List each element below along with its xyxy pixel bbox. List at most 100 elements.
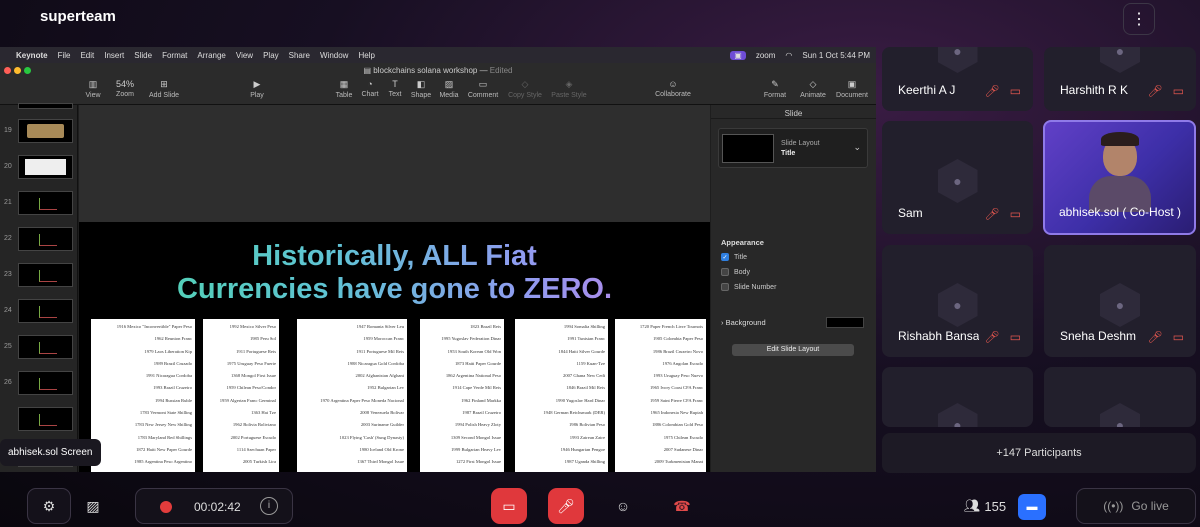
more-participants-button[interactable]: +147 Participants bbox=[882, 433, 1196, 473]
kebab-menu-button[interactable]: ⋮ bbox=[1123, 3, 1155, 35]
slide-thumbnail[interactable]: 19 bbox=[2, 119, 76, 143]
camera-toggle-button[interactable]: ▭ bbox=[491, 488, 527, 524]
menubar-item: Help bbox=[358, 50, 375, 60]
currency-entry: 1720 Paper French Livre Tournois bbox=[639, 324, 703, 329]
inspector-tab-slide[interactable]: Slide bbox=[711, 105, 876, 119]
avatar: ● bbox=[1100, 403, 1140, 427]
document-name: blockchains solana workshop bbox=[373, 66, 478, 75]
currency-entry: 1995 Yugoslav Federation Dinar bbox=[441, 336, 501, 342]
currency-entry: 1886 Colombian Gold Peso bbox=[652, 422, 703, 428]
currency-entry: 1987 Uganda Shilling bbox=[564, 459, 605, 465]
menubar-item: View bbox=[235, 50, 254, 60]
currency-entry: 1991 Yugoslav Convertible Dinar bbox=[94, 469, 192, 473]
slide-number-checkbox-row[interactable]: Slide Number bbox=[721, 283, 776, 291]
currency-list-column: 1992 Mexico Silver Peso 1985 Peru Sol 1911… bbox=[203, 319, 279, 472]
checkbox[interactable] bbox=[721, 268, 729, 276]
participant-tile[interactable]: ● Rishabh Bansa 🎤︎ ▭ bbox=[882, 245, 1033, 357]
checkbox[interactable] bbox=[721, 283, 729, 291]
slide-layout-selector[interactable]: Slide Layout Title ⌄ bbox=[718, 128, 868, 168]
chat-button[interactable]: ▬ bbox=[1018, 494, 1046, 520]
slide-thumbnail[interactable]: 20 bbox=[2, 155, 76, 179]
participant-tile[interactable]: ● Sneha Deshm 🎤︎ ▭ bbox=[1044, 245, 1196, 357]
currency-entry: 1980 Iceland Old Krone bbox=[359, 446, 404, 452]
mic-off-icon: 🎤︎ bbox=[984, 84, 1000, 98]
slide-thumbnail[interactable]: 23 bbox=[2, 263, 76, 287]
participant-tile[interactable]: ● bbox=[1044, 367, 1196, 427]
currency-entry: 1783 Maryland Red Shillings bbox=[137, 434, 192, 440]
mic-off-icon: 🎤︎ bbox=[557, 497, 575, 514]
document-button[interactable]: ▣ Document bbox=[828, 79, 876, 99]
participant-name: Keerthi A J bbox=[898, 83, 956, 97]
chevron-down-icon: ⌄ bbox=[853, 142, 861, 152]
currency-entry: 1990 Yugoslav Hard Dinar bbox=[555, 397, 605, 403]
screen-share-label: abhisek.sol Screen bbox=[0, 439, 101, 466]
menubar-item: Play bbox=[263, 50, 279, 60]
currency-entry: 1986 Bolivian Peso bbox=[569, 422, 605, 428]
participant-tile[interactable]: ● Keerthi A J 🎤︎ ▭ bbox=[882, 47, 1033, 111]
currency-entry: 1159 Kuan-Tze bbox=[576, 360, 605, 366]
currency-entry: 1985 Argentina Peso Argentino bbox=[134, 459, 192, 465]
slide-thumbnail[interactable]: 25 bbox=[2, 335, 76, 359]
participants-button[interactable]: 👥︎ 155 bbox=[957, 488, 1013, 524]
layout-value: Title bbox=[781, 150, 796, 157]
mic-off-icon: 🎤︎ bbox=[1147, 330, 1163, 344]
participant-tile-active-speaker[interactable]: abhisek.sol ( Co-Host ) bbox=[1043, 120, 1196, 235]
edit-slide-layout-button[interactable]: Edit Slide Layout bbox=[732, 344, 854, 356]
participant-tile[interactable]: ● Sam 🎤︎ ▭ bbox=[882, 121, 1033, 234]
currency-entry: 1823 Brazil Reis bbox=[470, 324, 501, 329]
copy-style-button[interactable]: ◇ Copy Style bbox=[501, 79, 549, 99]
app-brand: superteam bbox=[40, 8, 116, 25]
currency-entry: 2002 Afghanistan Afghani bbox=[355, 373, 404, 379]
currency-entry: 1844 Haiti Silver Gourde bbox=[558, 348, 605, 354]
add-slide-button[interactable]: ⊞ Add Slide bbox=[140, 79, 188, 99]
currency-entry: 1905 Colombia Paper Peso bbox=[653, 336, 703, 342]
currency-entry: 1988 Nicaragua Gold Cordoba bbox=[347, 360, 404, 366]
mic-toggle-button[interactable]: 🎤︎ bbox=[548, 488, 584, 524]
background-row[interactable]: › Background bbox=[721, 318, 766, 327]
comment-button[interactable]: ▭ Comment bbox=[459, 79, 507, 99]
paste-style-button[interactable]: ◈ Paste Style bbox=[545, 79, 593, 99]
currency-entry: 1367 Third Mongol Issue bbox=[357, 459, 404, 465]
slide-thumbnail[interactable] bbox=[2, 407, 76, 431]
leave-call-button[interactable]: ☎ bbox=[664, 488, 700, 524]
slide-canvas[interactable]: Historically, ALL Fiat Currencies have g… bbox=[79, 105, 710, 472]
avatar: ● bbox=[937, 403, 978, 427]
info-icon[interactable]: i bbox=[260, 497, 278, 515]
currency-entry: 1965 Ivory Coast CFA Franc bbox=[650, 385, 703, 391]
banknote-thumb bbox=[27, 124, 64, 138]
slide-thumbnail[interactable]: 22 bbox=[2, 227, 76, 251]
currency-entry: 1994 Polish Heavy Zloty bbox=[454, 422, 501, 428]
participant-tile[interactable]: ● Harshith R K 🎤︎ ▭ bbox=[1044, 47, 1196, 111]
user-icon: ● bbox=[1115, 47, 1125, 59]
go-live-button[interactable]: ((•)) Go live bbox=[1076, 488, 1196, 524]
collaborate-button[interactable]: ☺ Collaborate bbox=[649, 79, 697, 98]
currency-entry: 1993 Uruguay Peso Nuevo bbox=[653, 373, 703, 379]
keynote-toolbar: ▤ blockchains solana workshop — Edited ▥… bbox=[0, 63, 876, 105]
checkbox-checked[interactable]: ✓ bbox=[721, 253, 729, 261]
participant-tile[interactable]: ● bbox=[882, 367, 1033, 427]
settings-button[interactable]: ⚙ bbox=[27, 488, 71, 524]
slide-inspector: Slide Slide Layout Title ⌄ Appearance ✓ T… bbox=[711, 105, 876, 472]
currency-entry: 1846 Brazil Mil Reis bbox=[566, 385, 605, 391]
body-checkbox-row[interactable]: Body bbox=[721, 268, 750, 276]
currency-entry: 1993 Brazil Cruzeiro bbox=[153, 385, 192, 391]
copy-style-icon: ◇ bbox=[521, 79, 529, 89]
play-button[interactable]: ▶ Play bbox=[233, 79, 281, 99]
currency-entry: 1989 Brazil Cruzado bbox=[153, 360, 192, 366]
current-slide[interactable]: Historically, ALL Fiat Currencies have g… bbox=[79, 222, 710, 472]
background-color-swatch[interactable] bbox=[826, 317, 864, 328]
slide-thumbnail[interactable]: 24 bbox=[2, 299, 76, 323]
currency-list-column: 1823 Brazil Reis 1995 Yugoslav Federation… bbox=[420, 319, 504, 472]
title-checkbox-row[interactable]: ✓ Title bbox=[721, 253, 747, 261]
reactions-button[interactable]: ☺ bbox=[605, 488, 641, 524]
currency-entry: 1962 Finland Markka bbox=[461, 397, 501, 403]
currency-entry: 1946 Hungarian Pengoe bbox=[560, 446, 605, 452]
user-icon: ● bbox=[953, 297, 962, 313]
currency-entry: 1783 Vermont State Shilling bbox=[139, 410, 192, 416]
currency-entry: 1975 South Viet Nam Republic Dong bbox=[518, 469, 605, 473]
gallery-button[interactable]: ▨ bbox=[74, 488, 112, 524]
avatar: ● bbox=[1100, 47, 1140, 73]
slide-thumbnail[interactable]: 26 bbox=[2, 371, 76, 395]
slide-thumbnail[interactable]: 21 bbox=[2, 191, 76, 215]
currency-list-column: 1994 Somalia Shilling 1991 Tunisian Franc… bbox=[515, 319, 608, 472]
